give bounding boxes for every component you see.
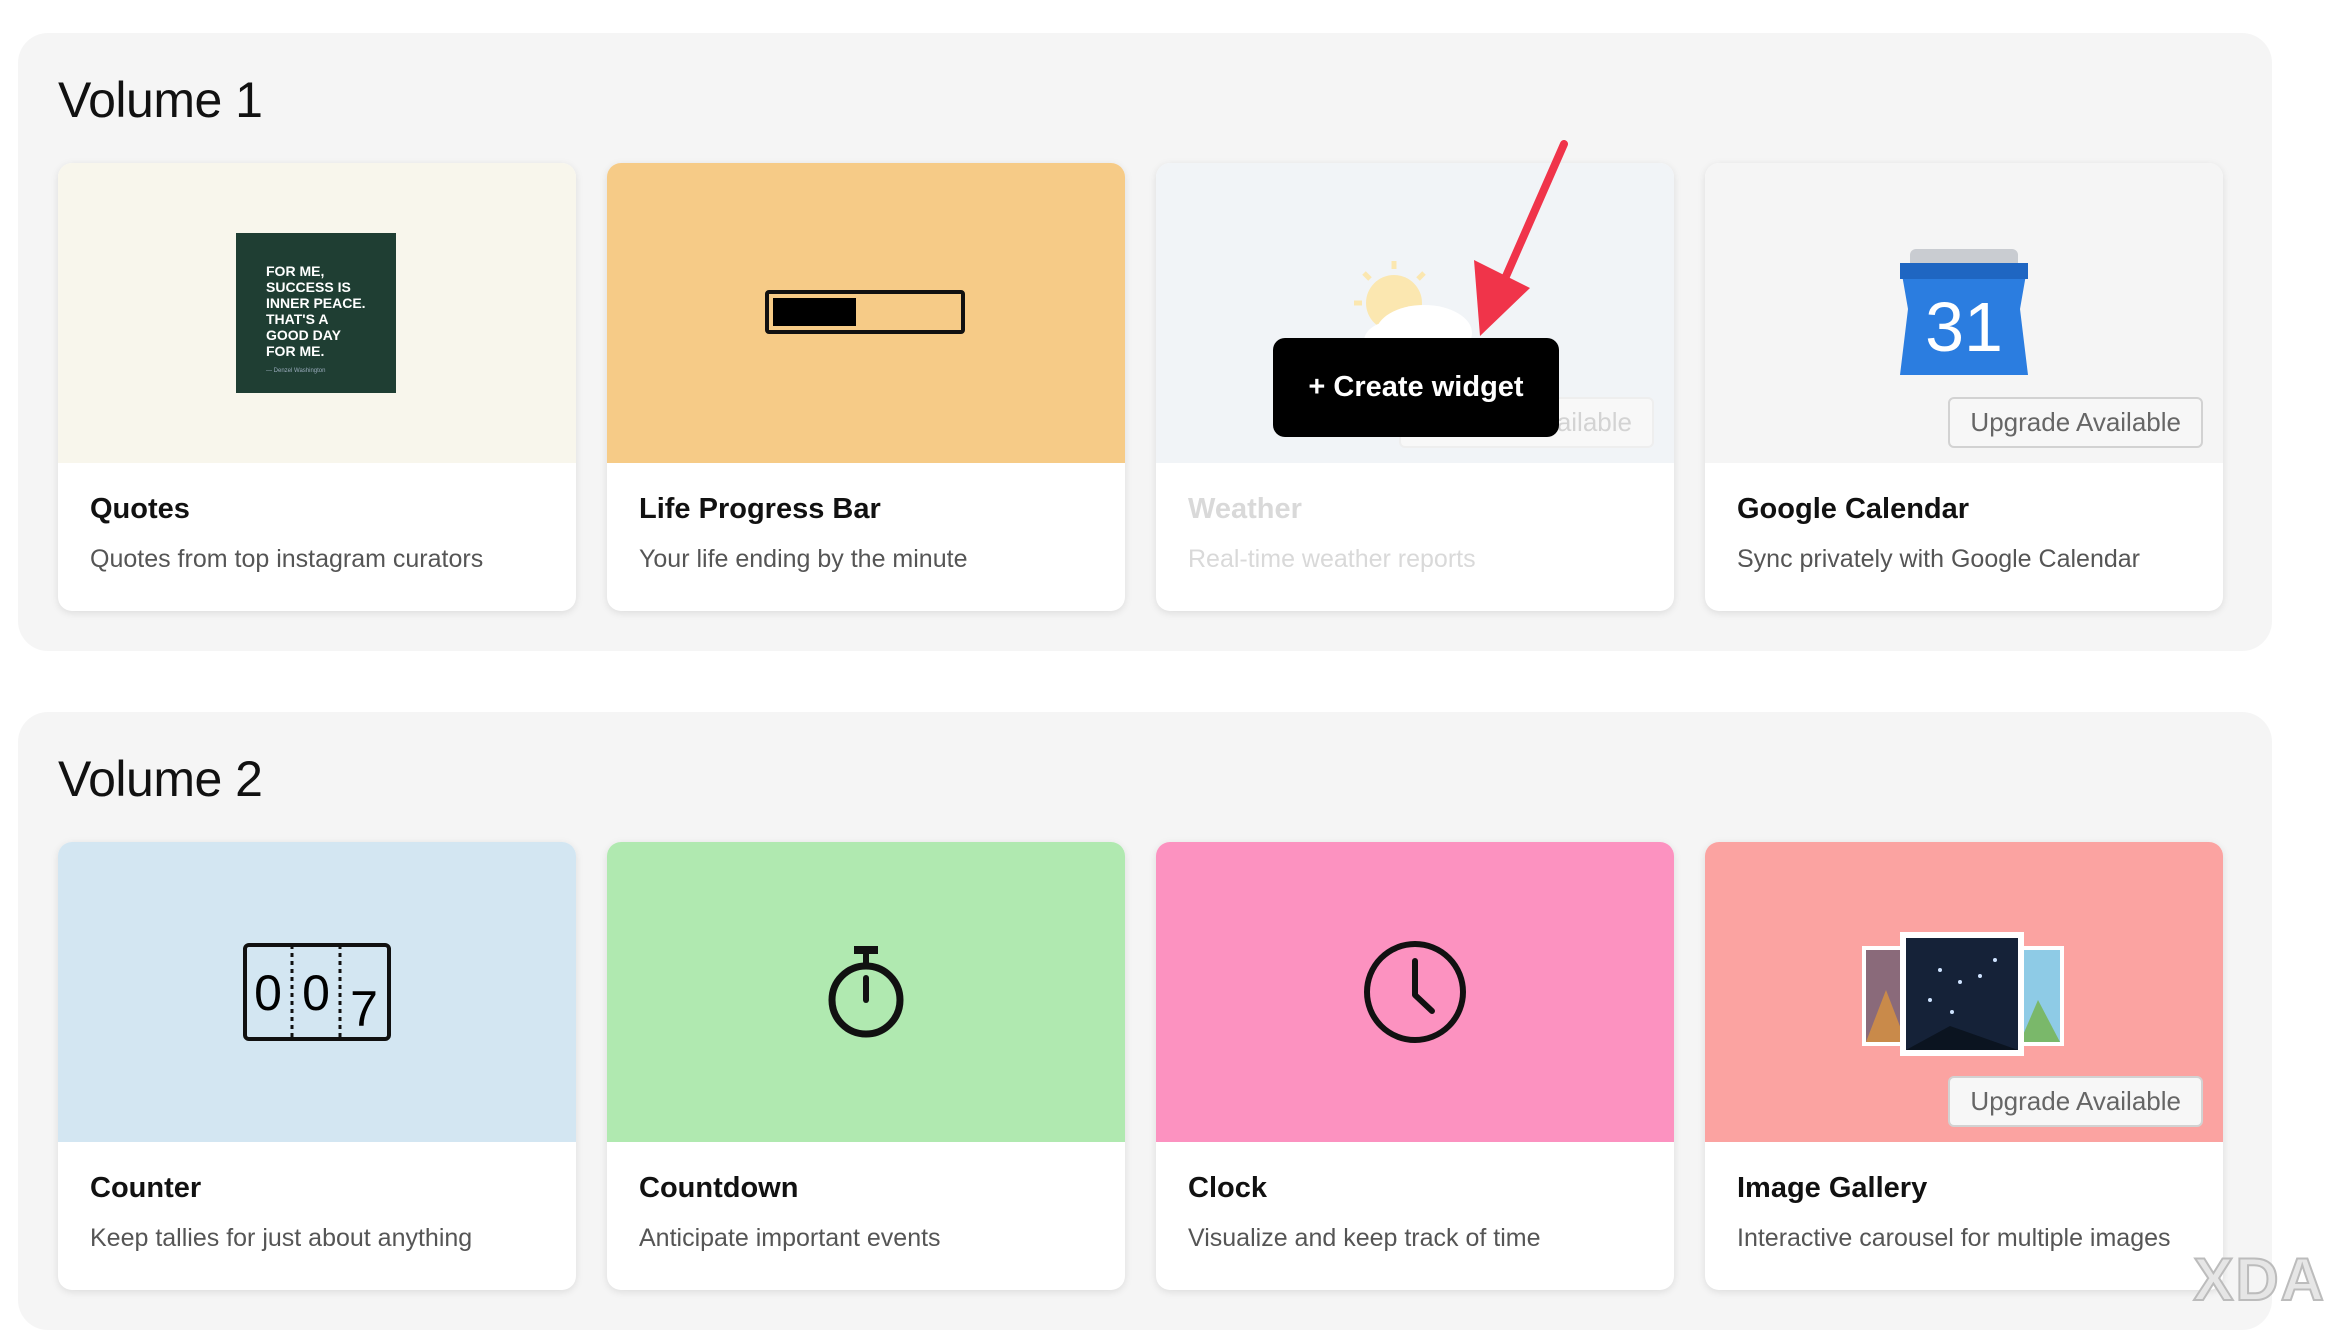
upgrade-available-badge[interactable]: Upgrade Available (1948, 397, 2203, 448)
card-thumbnail: 31 Upgrade Available (1705, 163, 2223, 463)
card-title: Quotes (90, 493, 190, 525)
clock-icon (1364, 941, 1466, 1043)
progress-fill (773, 298, 856, 326)
section-title: Volume 1 (58, 72, 263, 128)
card-title: Life Progress Bar (639, 493, 881, 525)
widget-card-quotes[interactable]: FOR ME, SUCCESS IS INNER PEACE. THAT'S A… (58, 163, 576, 611)
xda-watermark: XDA (2192, 1245, 2326, 1314)
card-description: Keep tallies for just about anything (90, 1224, 473, 1252)
section-title: Volume 2 (58, 751, 263, 807)
counter-icon: 0 0 7 (243, 943, 391, 1041)
counter-digit: 7 (350, 981, 378, 1037)
annotation-arrow-icon (1474, 140, 1568, 336)
card-thumbnail (607, 842, 1125, 1142)
card-thumbnail: 0 0 7 (58, 842, 576, 1142)
create-widget-button[interactable]: + Create widget (1273, 338, 1559, 437)
card-thumbnail (1156, 842, 1674, 1142)
counter-digit: 0 (302, 965, 330, 1021)
widget-card-image-gallery[interactable]: Upgrade Available Image Gallery Interact… (1705, 842, 2223, 1290)
card-description: Interactive carousel for multiple images (1737, 1224, 2171, 1252)
card-description: Your life ending by the minute (639, 545, 968, 573)
card-description: Visualize and keep track of time (1188, 1224, 1541, 1252)
card-title: Counter (90, 1172, 202, 1204)
upgrade-available-badge[interactable]: Upgrade Available (1948, 1076, 2203, 1127)
card-title: Image Gallery (1737, 1172, 1928, 1204)
widget-card-google-calendar[interactable]: 31 Upgrade Available Google Calendar Syn… (1705, 163, 2223, 611)
stopwatch-icon (828, 946, 904, 1038)
card-description: Sync privately with Google Calendar (1737, 545, 2140, 573)
volume-2-section: Volume 2 0 0 7 Counter Keep tallies for … (18, 712, 2272, 1330)
card-title: Weather (1188, 493, 1302, 525)
widget-card-countdown[interactable]: Countdown Anticipate important events (607, 842, 1125, 1290)
widget-card-life-progress-bar[interactable]: Life Progress Bar Your life ending by th… (607, 163, 1125, 611)
card-description: Quotes from top instagram curators (90, 545, 484, 573)
card-title: Countdown (639, 1172, 799, 1204)
card-thumbnail (607, 163, 1125, 463)
counter-digit: 0 (254, 965, 282, 1021)
card-description: Real-time weather reports (1188, 545, 1476, 573)
card-title: Google Calendar (1737, 493, 1970, 525)
calendar-day: 31 (1925, 288, 2003, 366)
widget-card-counter[interactable]: 0 0 7 Counter Keep tallies for just abou… (58, 842, 576, 1290)
widget-card-clock[interactable]: Clock Visualize and keep track of time (1156, 842, 1674, 1290)
card-thumbnail: Upgrade Available (1705, 842, 2223, 1142)
image-gallery-icon (1862, 932, 2064, 1056)
card-thumbnail: FOR ME, SUCCESS IS INNER PEACE. THAT'S A… (58, 163, 576, 463)
card-title: Clock (1188, 1172, 1267, 1204)
card-description: Anticipate important events (639, 1224, 941, 1252)
quote-image-icon: FOR ME, SUCCESS IS INNER PEACE. THAT'S A… (236, 233, 396, 393)
progress-bar-icon (765, 290, 965, 334)
volume-1-section: Volume 1 FOR ME, SUCCESS IS INNER PEACE.… (18, 33, 2272, 651)
google-calendar-icon: 31 (1900, 249, 2028, 375)
